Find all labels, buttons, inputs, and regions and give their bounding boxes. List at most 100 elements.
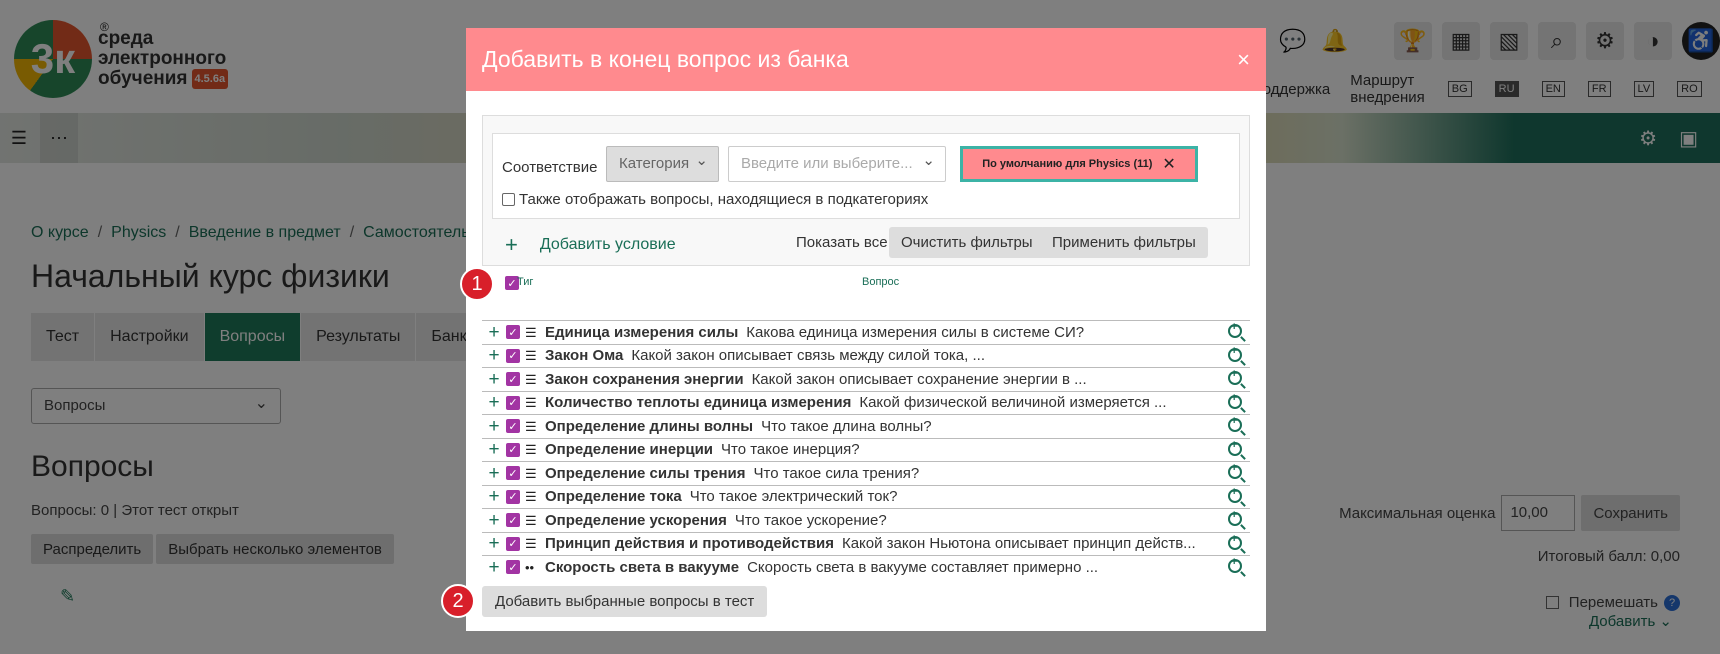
- question-text: Какой закон описывает сохранение энергии…: [751, 370, 1087, 388]
- preview-icon[interactable]: [1228, 462, 1242, 479]
- add-question-icon[interactable]: +: [485, 370, 503, 389]
- apply-filters-button[interactable]: Применить фильтры: [1040, 227, 1208, 258]
- multichoice-icon: ☰: [525, 371, 537, 387]
- type-column-header[interactable]: Тиг: [517, 276, 533, 288]
- category-search-input[interactable]: Введите или выберите...: [728, 146, 946, 182]
- add-question-icon[interactable]: +: [485, 487, 503, 506]
- question-row[interactable]: + ✓ ☰ Закон сохранения энергии Какой зак…: [482, 367, 1250, 391]
- question-name: Определение силы трения: [545, 464, 746, 482]
- question-row[interactable]: + ✓ •• Скорость света в вакууме Скорость…: [482, 555, 1250, 579]
- add-question-icon[interactable]: +: [485, 558, 503, 577]
- question-row[interactable]: + ✓ ☰ Определение длины волны Что такое …: [482, 414, 1250, 438]
- add-condition-button[interactable]: + Добавить условие: [505, 232, 676, 258]
- question-text: Что такое сила трения?: [753, 464, 920, 482]
- short-answer-icon: ••: [525, 559, 535, 575]
- question-name: Определение длины волны: [545, 417, 754, 435]
- question-row[interactable]: + ✓ ☰ Определение инерции Что такое инер…: [482, 437, 1250, 462]
- question-name: Количество теплоты единица измерения: [545, 394, 852, 412]
- preview-icon[interactable]: [1228, 439, 1242, 456]
- category-select[interactable]: Категория: [606, 146, 719, 182]
- question-text: Какова единица измерения силы в системе …: [746, 323, 1085, 341]
- modal-header: Добавить в конец вопрос из банка ×: [466, 28, 1266, 91]
- question-checkbox[interactable]: ✓: [506, 466, 520, 481]
- plus-icon: +: [505, 232, 518, 257]
- preview-icon[interactable]: [1228, 392, 1242, 409]
- question-text: Скорость света в вакууме составляет прим…: [747, 558, 1099, 576]
- subcategory-option: Также отображать вопросы, находящиеся в …: [502, 191, 928, 208]
- question-row[interactable]: + ✓ ☰ Закон Ома Какой закон описывает св…: [482, 343, 1250, 368]
- multichoice-icon: ☰: [525, 512, 537, 528]
- question-name: Определение инерции: [545, 441, 714, 459]
- question-row[interactable]: + ✓ ☰ Определение ускорения Что такое ус…: [482, 508, 1250, 532]
- add-question-icon[interactable]: +: [485, 440, 503, 459]
- question-text: Какой закон Ньютона описывает принцип де…: [841, 535, 1196, 553]
- preview-icon[interactable]: [1228, 321, 1242, 338]
- filter-panel: Соответствие Категория Введите или выбер…: [482, 115, 1250, 266]
- multichoice-icon: ☰: [525, 465, 537, 481]
- question-checkbox[interactable]: ✓: [506, 536, 520, 551]
- category-chip[interactable]: По умолчанию для Physics (11) ✕: [960, 146, 1198, 182]
- multichoice-icon: ☰: [525, 324, 537, 340]
- question-column-header[interactable]: Вопрос: [862, 276, 899, 288]
- multichoice-icon: ☰: [525, 442, 537, 458]
- question-row[interactable]: + ✓ ☰ Количество теплоты единица измерен…: [482, 390, 1250, 415]
- question-checkbox[interactable]: ✓: [506, 395, 520, 410]
- chip-remove-icon[interactable]: ✕: [1162, 154, 1175, 174]
- add-question-icon[interactable]: +: [485, 417, 503, 436]
- add-question-icon[interactable]: +: [485, 346, 503, 365]
- question-row[interactable]: + ✓ ☰ Определение тока Что такое электри…: [482, 484, 1250, 509]
- question-checkbox[interactable]: ✓: [506, 419, 520, 434]
- clear-filters-button[interactable]: Очистить фильтры: [889, 227, 1045, 258]
- modal-title: Добавить в конец вопрос из банка: [482, 46, 849, 72]
- question-checkbox[interactable]: ✓: [506, 513, 520, 528]
- preview-icon[interactable]: [1228, 345, 1242, 362]
- question-checkbox[interactable]: ✓: [506, 489, 520, 504]
- add-question-modal: Добавить в конец вопрос из банка × Соотв…: [441, 28, 1266, 631]
- subcategory-label: Также отображать вопросы, находящиеся в …: [519, 191, 929, 208]
- question-checkbox[interactable]: ✓: [506, 348, 520, 363]
- preview-icon[interactable]: [1228, 556, 1242, 573]
- question-name: Определение ускорения: [545, 511, 727, 529]
- add-question-icon[interactable]: +: [485, 534, 503, 553]
- question-name: Закон Ома: [545, 347, 624, 365]
- question-text: Что такое инерция?: [721, 441, 860, 459]
- question-list: + ✓ ☰ Единица измерения силы Какова един…: [482, 320, 1250, 579]
- add-question-icon[interactable]: +: [485, 464, 503, 483]
- close-icon[interactable]: ×: [1237, 47, 1250, 73]
- question-checkbox[interactable]: ✓: [506, 442, 520, 457]
- add-question-icon[interactable]: +: [485, 323, 503, 342]
- match-label: Соответствие: [502, 159, 598, 176]
- add-selected-button[interactable]: Добавить выбранные вопросы в тест: [482, 586, 768, 617]
- question-list-header: ✓ Тиг Вопрос: [466, 272, 1266, 294]
- preview-icon[interactable]: [1228, 509, 1242, 526]
- preview-icon[interactable]: [1228, 486, 1242, 503]
- preview-icon[interactable]: [1228, 415, 1242, 432]
- multichoice-icon: ☰: [525, 395, 537, 411]
- step-badge-1: 1: [460, 267, 494, 301]
- question-text: Что такое электрический ток?: [689, 488, 898, 506]
- filter-condition: Соответствие Категория Введите или выбер…: [492, 133, 1240, 219]
- preview-icon[interactable]: [1228, 368, 1242, 385]
- add-question-icon[interactable]: +: [485, 393, 503, 412]
- question-name: Единица измерения силы: [545, 323, 739, 341]
- multichoice-icon: ☰: [525, 348, 537, 364]
- question-checkbox[interactable]: ✓: [506, 372, 520, 387]
- question-checkbox[interactable]: ✓: [506, 325, 520, 340]
- chip-label: По умолчанию для Physics (11): [982, 158, 1153, 170]
- subcategory-checkbox[interactable]: [502, 193, 515, 206]
- question-text: Какой физической величиной измеряется ..…: [859, 394, 1167, 412]
- question-text: Что такое длина волны?: [761, 417, 932, 435]
- question-row[interactable]: + ✓ ☰ Единица измерения силы Какова един…: [482, 320, 1250, 344]
- step-badge-2: 2: [441, 584, 475, 618]
- question-checkbox[interactable]: ✓: [506, 560, 520, 575]
- preview-icon[interactable]: [1228, 533, 1242, 550]
- show-all-button[interactable]: Показать все: [796, 234, 888, 251]
- question-name: Скорость света в вакууме: [545, 558, 740, 576]
- add-question-icon[interactable]: +: [485, 511, 503, 530]
- filter-actions: + Добавить условие Показать все Очистить…: [483, 226, 1249, 262]
- multichoice-icon: ☰: [525, 418, 537, 434]
- question-row[interactable]: + ✓ ☰ Принцип действия и противодействия…: [482, 531, 1250, 556]
- question-name: Определение тока: [545, 488, 682, 506]
- add-condition-label: Добавить условие: [539, 236, 676, 253]
- question-row[interactable]: + ✓ ☰ Определение силы трения Что такое …: [482, 461, 1250, 485]
